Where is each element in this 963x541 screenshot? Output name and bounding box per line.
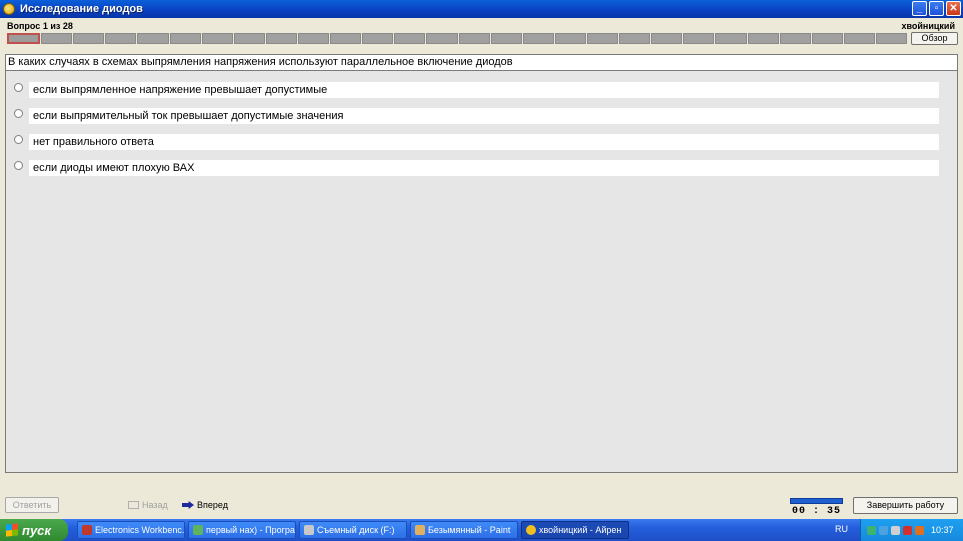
arrow-right-icon — [182, 501, 194, 509]
app-icon — [526, 525, 536, 535]
paint-icon — [415, 525, 425, 535]
forward-button[interactable]: Вперед — [182, 500, 228, 510]
question-nav-cell[interactable] — [651, 33, 683, 44]
answer-label[interactable]: нет правильного ответа — [29, 134, 939, 150]
answer-option[interactable]: нет правильного ответа — [14, 134, 944, 150]
app-tray-icon[interactable] — [915, 525, 924, 535]
question-nav-cell[interactable] — [330, 33, 362, 44]
question-nav-cell[interactable] — [265, 33, 297, 44]
answer-label[interactable]: если диоды имеют плохую ВАХ — [29, 160, 939, 176]
answer-option[interactable]: если диоды имеют плохую ВАХ — [14, 160, 944, 176]
monitor-icon[interactable] — [879, 525, 888, 535]
question-nav-cell[interactable] — [490, 33, 522, 44]
question-navigator — [7, 33, 908, 44]
answer-label[interactable]: если выпрямительный ток превышает допуст… — [29, 108, 939, 124]
maximize-icon[interactable]: ▫ — [929, 1, 944, 16]
question-nav-cell[interactable] — [201, 33, 233, 44]
question-nav-cell[interactable] — [394, 33, 426, 44]
task-label: хвойницкий - Айрен — [539, 525, 622, 535]
answer-option[interactable]: если выпрямительный ток превышает допуст… — [14, 108, 944, 124]
network-icon[interactable] — [867, 525, 876, 535]
question-panel: В каких случаях в схемах выпрямления нап… — [5, 54, 958, 473]
window-title: Исследование диодов — [20, 3, 143, 15]
question-nav-cell[interactable] — [715, 33, 747, 44]
arrow-left-icon — [128, 501, 139, 509]
question-nav-cell[interactable] — [73, 33, 105, 44]
finish-button[interactable]: Завершить работу — [853, 497, 958, 514]
minimize-icon[interactable]: _ — [912, 1, 927, 16]
radio-button[interactable] — [14, 83, 23, 92]
window-controls: _ ▫ ✕ — [912, 1, 961, 16]
user-name: хвойницкий — [901, 21, 955, 31]
question-nav-cell[interactable] — [41, 33, 73, 44]
question-nav-cell[interactable] — [522, 33, 554, 44]
question-nav-cell[interactable] — [554, 33, 586, 44]
task-label: Безымянный - Paint — [428, 525, 511, 535]
back-button[interactable]: Назад — [128, 500, 168, 510]
question-counter: Вопрос 1 из 28 — [7, 21, 73, 31]
radio-button[interactable] — [14, 135, 23, 144]
task-label: Electronics Workbenc... — [95, 525, 185, 535]
question-nav-cell[interactable] — [586, 33, 619, 44]
question-nav-cell[interactable] — [426, 33, 458, 44]
taskbar: пуск Electronics Workbenc... первый нах)… — [0, 519, 963, 541]
language-indicator[interactable]: RU — [835, 524, 848, 534]
radio-button[interactable] — [14, 161, 23, 170]
forward-label: Вперед — [197, 500, 228, 510]
question-nav-cell[interactable] — [683, 33, 715, 44]
overview-button[interactable]: Обзор — [911, 32, 958, 45]
answer-button[interactable]: Ответить — [5, 497, 59, 513]
question-nav-cell[interactable] — [105, 33, 137, 44]
start-button[interactable]: пуск — [0, 519, 68, 541]
timer-progress — [790, 498, 843, 504]
answer-label[interactable]: если выпрямленное напряжение превышает д… — [29, 82, 939, 98]
taskbar-item-paint[interactable]: Безымянный - Paint — [410, 521, 518, 539]
back-label: Назад — [142, 500, 168, 510]
task-label: первый нах) - Програ... — [206, 525, 296, 535]
question-nav-cell[interactable] — [169, 33, 201, 44]
question-nav-cell[interactable] — [843, 33, 875, 44]
question-nav-cell[interactable] — [619, 33, 651, 44]
question-nav-cell[interactable] — [875, 33, 908, 44]
windows-logo-icon — [6, 523, 18, 537]
question-nav-cell[interactable] — [7, 33, 41, 44]
close-icon[interactable]: ✕ — [946, 1, 961, 16]
taskbar-item-program[interactable]: первый нах) - Програ... — [188, 521, 296, 539]
start-label: пуск — [22, 522, 51, 538]
question-nav-cell[interactable] — [747, 33, 779, 44]
question-text: В каких случаях в схемах выпрямления нап… — [6, 55, 957, 71]
question-nav-cell[interactable] — [362, 33, 394, 44]
taskbar-item-electronics-workbench[interactable]: Electronics Workbenc... — [77, 521, 185, 539]
question-nav-cell[interactable] — [233, 33, 265, 44]
task-label: Съемный диск (F:) — [317, 525, 395, 535]
workbench-icon — [82, 525, 92, 535]
timer: 00 : 35 — [791, 506, 841, 517]
system-tray: 10:37 — [860, 519, 963, 541]
question-nav-cell[interactable] — [297, 33, 330, 44]
title-bar: Исследование диодов _ ▫ ✕ — [0, 0, 963, 18]
drive-icon — [304, 525, 314, 535]
usb-icon[interactable] — [891, 525, 900, 535]
app-icon — [3, 3, 15, 15]
antivirus-icon[interactable] — [903, 525, 912, 535]
clock: 10:37 — [931, 525, 954, 535]
question-nav-cell[interactable] — [458, 33, 490, 44]
question-nav-cell[interactable] — [811, 33, 843, 44]
taskbar-item-removable-disk[interactable]: Съемный диск (F:) — [299, 521, 407, 539]
question-nav-cell[interactable] — [779, 33, 811, 44]
answer-option[interactable]: если выпрямленное напряжение превышает д… — [14, 82, 944, 98]
document-icon — [193, 525, 203, 535]
taskbar-item-airen[interactable]: хвойницкий - Айрен — [521, 521, 629, 539]
radio-button[interactable] — [14, 109, 23, 118]
question-nav-cell[interactable] — [137, 33, 169, 44]
